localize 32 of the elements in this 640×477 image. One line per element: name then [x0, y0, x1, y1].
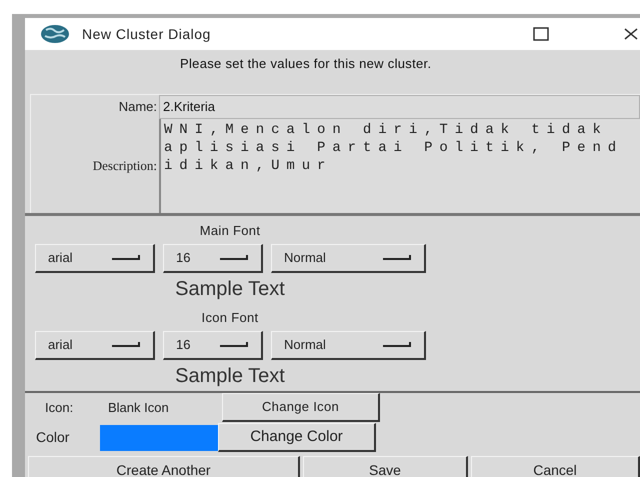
field-label: Icon:	[45, 398, 74, 417]
name-field[interactable]: 2.Kriteria	[159, 95, 640, 119]
field-label: Description:	[92, 157, 157, 176]
dropdown[interactable]: Normal	[271, 244, 426, 273]
change-color-button[interactable]: Change Color	[218, 423, 376, 452]
caret-icon	[219, 342, 249, 348]
caret-icon	[382, 255, 412, 261]
dialog-button[interactable]: Cancel	[471, 456, 640, 477]
field-label: Name:	[118, 98, 157, 116]
close-icon[interactable]	[624, 28, 638, 40]
dropdown[interactable]: 16	[163, 244, 263, 273]
dialog-button[interactable]: Save	[303, 456, 468, 477]
dropdown[interactable]: arial	[35, 244, 155, 273]
dropdown[interactable]: Normal	[271, 331, 426, 360]
caret-icon	[382, 342, 412, 348]
change-icon-button[interactable]: Change Icon	[222, 393, 380, 422]
instruction-text: Please set the values for this new cluster.	[180, 56, 432, 72]
sample-text: Sample Text	[175, 278, 285, 300]
dialog-button[interactable]: Create Another	[28, 456, 300, 477]
dropdown[interactable]: 16	[163, 331, 263, 360]
caret-icon	[111, 342, 141, 348]
sample-text: Sample Text	[175, 365, 285, 387]
dropdown[interactable]: arial	[35, 331, 155, 360]
maximize-icon[interactable]	[533, 27, 549, 41]
caret-icon	[111, 255, 141, 261]
field-label: Color	[36, 428, 70, 447]
section-title: Icon Font	[202, 309, 258, 326]
icon-name-text: Blank Icon	[108, 398, 170, 417]
caret-icon	[219, 255, 249, 261]
globe-icon	[40, 24, 70, 44]
section-title: Main Font	[200, 222, 260, 239]
window-title: New Cluster Dialog	[82, 24, 211, 44]
